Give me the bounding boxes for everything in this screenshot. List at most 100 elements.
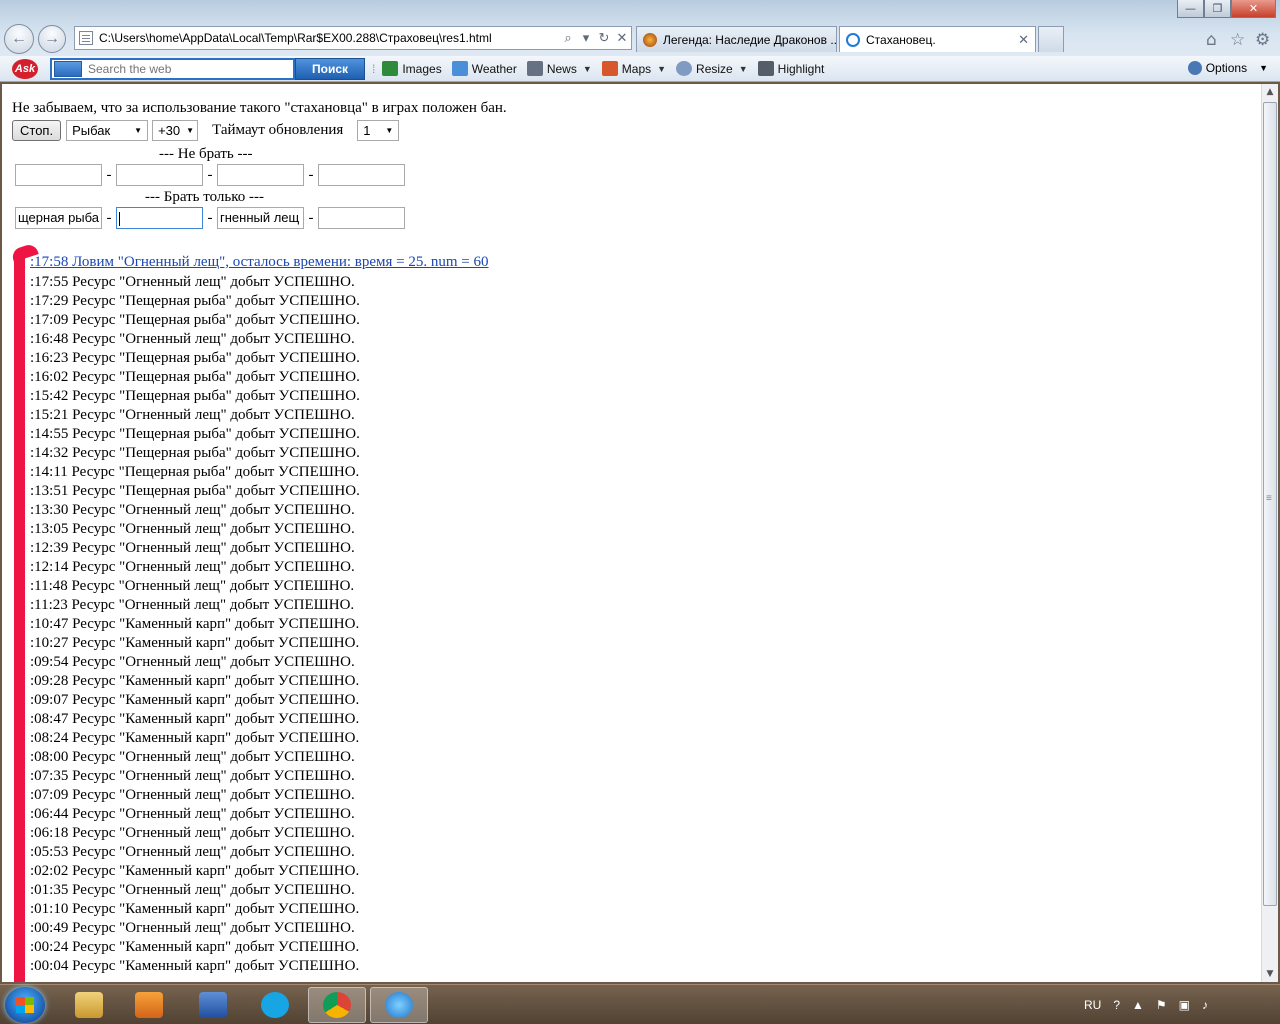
- back-button[interactable]: ←: [4, 24, 34, 54]
- chevron-down-icon[interactable]: ▼: [657, 64, 666, 74]
- log-line: :14:55 Ресурс "Пещерная рыба" добыт УСПЕ…: [30, 426, 360, 442]
- scroll-down-icon[interactable]: ▼: [1262, 966, 1278, 982]
- news-icon: [526, 61, 543, 76]
- separator-dash: -: [106, 166, 112, 183]
- options-label: Options: [1205, 61, 1248, 75]
- search-icon[interactable]: ⌕: [559, 30, 577, 46]
- window-controls: — ❐ ✕: [1177, 0, 1276, 18]
- toolbar-resize[interactable]: Resize ▼: [676, 61, 748, 76]
- tab-stakhanovets[interactable]: Стахановец. ✕: [839, 26, 1036, 52]
- start-button[interactable]: [5, 987, 45, 1023]
- maximize-button[interactable]: ❐: [1204, 0, 1231, 18]
- no-take-input-3[interactable]: [217, 164, 304, 186]
- taskbar: RU ? ▲ ⚑ ▣ ♪: [0, 984, 1280, 1024]
- help-icon[interactable]: ?: [1113, 998, 1120, 1012]
- taskbar-media-player[interactable]: [120, 987, 178, 1023]
- log-line: :16:48 Ресурс "Огненный лещ" добыт УСПЕШ…: [30, 331, 355, 347]
- take-only-input-4[interactable]: [318, 207, 405, 229]
- scroll-up-icon[interactable]: ▲: [1262, 84, 1278, 100]
- tab-title: Стахановец.: [866, 32, 936, 47]
- timeout-select[interactable]: 1 ▼: [357, 120, 400, 141]
- log-line: :07:09 Ресурс "Огненный лещ" добыт УСПЕШ…: [30, 787, 355, 803]
- ban-warning: Не забываем, что за использование такого…: [12, 100, 507, 116]
- close-tab-icon[interactable]: ✕: [1018, 32, 1029, 48]
- separator-dash: -: [106, 209, 112, 226]
- controls-row: Стоп. Рыбак ▼ +30 ▼ Таймаут обновления 1…: [12, 120, 400, 141]
- news-label: News: [546, 61, 577, 76]
- chevron-down-icon: ▼: [186, 126, 195, 135]
- take-only-input-2[interactable]: [116, 207, 203, 229]
- log-line: :13:05 Ресурс "Огненный лещ" добыт УСПЕШ…: [30, 521, 355, 537]
- log-line: :06:18 Ресурс "Огненный лещ" добыт УСПЕШ…: [30, 825, 355, 841]
- log-line: :11:23 Ресурс "Огненный лещ" добыт УСПЕШ…: [30, 597, 355, 613]
- timeout-label: Таймаут обновления: [212, 122, 344, 138]
- refresh-icon[interactable]: ↻: [595, 30, 613, 46]
- scroll-thumb[interactable]: [1263, 102, 1277, 906]
- chevron-down-icon[interactable]: ▼: [739, 64, 748, 74]
- take-only-input-1[interactable]: щерная рыба: [15, 207, 102, 229]
- language-indicator[interactable]: RU: [1084, 998, 1101, 1012]
- forward-arrow-icon: →: [44, 30, 60, 47]
- log-line: :17:09 Ресурс "Пещерная рыба" добыт УСПЕ…: [30, 312, 360, 328]
- profession-select[interactable]: Рыбак ▼: [66, 120, 149, 141]
- vertical-scrollbar[interactable]: ▲ ▼: [1261, 84, 1278, 982]
- address-bar[interactable]: C:\Users\home\AppData\Local\Temp\Rar$EX0…: [74, 26, 632, 50]
- taskbar-skype[interactable]: [246, 987, 304, 1023]
- media-player-icon: [135, 992, 163, 1018]
- toolbar-weather[interactable]: Weather: [451, 61, 517, 76]
- no-take-input-2[interactable]: [116, 164, 203, 186]
- chevron-down-icon[interactable]: ▼: [583, 64, 592, 74]
- status-link[interactable]: :17:58 Ловим "Огненный лещ", осталось вр…: [30, 254, 489, 271]
- log-line: :12:39 Ресурс "Огненный лещ" добыт УСПЕШ…: [30, 540, 355, 556]
- search-input[interactable]: [88, 61, 288, 76]
- separator-dash: -: [308, 166, 314, 183]
- ask-toolbar: Ask Поиск ⁞ Images Weather News ▼ Maps ▼…: [0, 56, 1280, 82]
- flag-icon[interactable]: ⚑: [1156, 998, 1167, 1012]
- no-take-input-1[interactable]: [15, 164, 102, 186]
- tray-expand-icon[interactable]: ▲: [1132, 998, 1144, 1012]
- browser-chrome: — ❐ ✕ ← → C:\Users\home\AppData\Local\Te…: [0, 0, 1280, 56]
- toolbar-maps[interactable]: Maps ▼: [601, 61, 666, 76]
- word-icon: [199, 992, 227, 1018]
- ask-logo[interactable]: Ask: [12, 58, 38, 79]
- toolbar-options[interactable]: Options ▼: [1187, 61, 1268, 75]
- stop-button[interactable]: Стоп.: [12, 120, 62, 141]
- log-line: :00:24 Ресурс "Каменный карп" добыт УСПЕ…: [30, 939, 360, 955]
- search-engine-icon[interactable]: [54, 60, 82, 77]
- log-line: :00:04 Ресурс "Каменный карп" добыт УСПЕ…: [30, 958, 360, 974]
- log-line: :14:11 Ресурс "Пещерная рыба" добыт УСПЕ…: [30, 464, 360, 480]
- dropdown-icon[interactable]: ▾: [577, 30, 595, 46]
- highlight-icon: [757, 61, 774, 76]
- close-window-button[interactable]: ✕: [1231, 0, 1276, 18]
- toolbar-news[interactable]: News ▼: [526, 61, 592, 76]
- new-tab-button[interactable]: [1038, 26, 1064, 52]
- stop-icon[interactable]: ✕: [613, 30, 631, 46]
- no-take-title: --- Не брать ---: [159, 146, 253, 162]
- toolbar-images[interactable]: Images: [382, 61, 442, 76]
- forward-button[interactable]: →: [38, 25, 66, 53]
- gear-icon[interactable]: ⚙: [1255, 30, 1270, 50]
- offset-select[interactable]: +30 ▼: [152, 120, 199, 141]
- no-take-input-4[interactable]: [318, 164, 405, 186]
- taskbar-explorer[interactable]: [60, 987, 118, 1023]
- folder-icon: [75, 992, 103, 1018]
- home-icon[interactable]: ⌂: [1206, 30, 1217, 50]
- address-text[interactable]: C:\Users\home\AppData\Local\Temp\Rar$EX0…: [99, 31, 559, 45]
- taskbar-internet-explorer[interactable]: [370, 987, 428, 1023]
- toolbar-highlight[interactable]: Highlight: [757, 61, 824, 76]
- taskbar-chrome[interactable]: [308, 987, 366, 1023]
- separator-dash: -: [207, 166, 213, 183]
- log-line: :09:28 Ресурс "Каменный карп" добыт УСПЕ…: [30, 673, 360, 689]
- site-favicon-icon: [643, 32, 657, 47]
- log-line: :05:53 Ресурс "Огненный лещ" добыт УСПЕШ…: [30, 844, 355, 860]
- taskbar-word[interactable]: [184, 987, 242, 1023]
- chevron-down-icon[interactable]: ▼: [1259, 63, 1268, 73]
- volume-icon[interactable]: ♪: [1202, 998, 1208, 1012]
- search-button[interactable]: Поиск: [295, 57, 365, 80]
- minimize-button[interactable]: —: [1177, 0, 1204, 18]
- favorites-star-icon[interactable]: ☆: [1230, 30, 1245, 50]
- take-only-input-3[interactable]: гненный лещ: [217, 207, 304, 229]
- network-icon[interactable]: ▣: [1179, 998, 1190, 1012]
- skype-icon: [261, 992, 289, 1018]
- tab-legend[interactable]: Легенда: Наследие Драконов ...: [636, 26, 837, 52]
